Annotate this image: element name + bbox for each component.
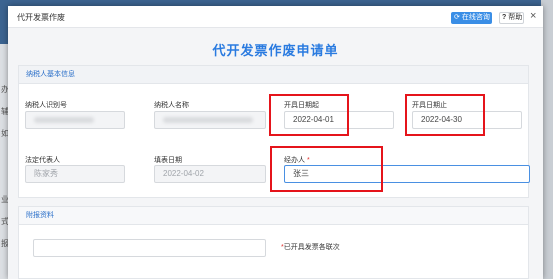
invoice-void-modal: 代开发票作废 ⟳ 在线咨询 ? 帮助 × 代开发票作废申请单 纳税人基本信息 纳… [8,6,543,279]
issued-invoice-note-text: 已开具发票各联次 [283,244,340,251]
redacted-value [163,117,253,123]
attachment-input[interactable] [33,239,266,257]
taxpayer-name-label: 纳税人名称 [154,102,189,109]
taxpayer-id-field[interactable] [25,111,125,129]
legal-rep-field[interactable]: 陈家秀 [25,165,125,183]
close-icon[interactable]: × [530,10,536,22]
fill-date-field[interactable]: 2022-04-02 [154,165,266,183]
attachments-panel: 附报资料 *已开具发票各联次 [18,206,529,279]
taxpayer-id-label: 纳税人识别号 [25,102,67,109]
legal-rep-label: 法定代表人 [25,157,60,164]
fill-date-label: 填表日期 [154,157,182,164]
modal-header: 代开发票作废 ⟳ 在线咨询 ? 帮助 × [8,6,543,28]
form-title: 代开发票作废申请单 [212,43,339,58]
basic-info-heading: 纳税人基本信息 [19,66,528,84]
redacted-value [34,117,94,123]
help-button[interactable]: ? 帮助 [499,12,524,24]
highlight-start-date [269,94,349,136]
online-consult-label: 在线咨询 [461,14,490,21]
question-icon: ? [502,14,507,21]
issued-invoice-note: *已开具发票各联次 [281,242,340,252]
online-consult-button[interactable]: ⟳ 在线咨询 [451,12,492,24]
attachments-heading: 附报资料 [19,207,528,225]
highlight-handler [270,146,383,192]
help-label: 帮助 [508,14,523,21]
modal-title: 代开发票作废 [17,13,65,22]
highlight-end-date [405,94,485,136]
taxpayer-name-field[interactable] [154,111,266,129]
refresh-icon: ⟳ [454,14,460,21]
